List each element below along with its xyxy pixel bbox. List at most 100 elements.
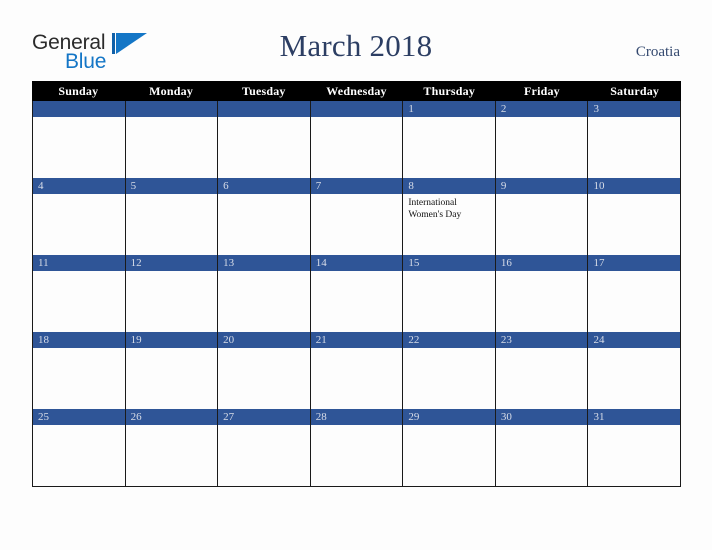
day-events <box>33 425 125 486</box>
day-events <box>218 117 310 178</box>
day-events <box>126 194 218 255</box>
day-number: 19 <box>125 332 218 348</box>
day-cell[interactable]: 8 International Women's Day <box>403 178 496 255</box>
day-events <box>218 425 310 486</box>
day-number: 27 <box>218 409 310 425</box>
day-cell[interactable] <box>310 101 404 178</box>
day-events <box>33 348 125 409</box>
calendar-week-row: 4 5 6 7 8 International Women's Day 9 10 <box>33 178 682 255</box>
day-cell[interactable]: 30 <box>495 409 589 486</box>
page-header: General Blue March 2018 Croatia <box>0 0 712 81</box>
day-number: 14 <box>310 255 403 271</box>
day-events <box>496 194 588 255</box>
day-events <box>496 271 588 332</box>
day-events <box>126 117 218 178</box>
page-title: March 2018 <box>279 28 433 63</box>
day-events <box>311 117 403 178</box>
day-number: 13 <box>218 255 310 271</box>
day-number: 15 <box>403 255 495 271</box>
day-cell[interactable]: 6 <box>218 178 311 255</box>
day-number: 6 <box>218 178 310 194</box>
weekday-header-friday: Friday <box>524 84 560 98</box>
day-number: 9 <box>495 178 588 194</box>
day-number <box>125 101 218 117</box>
day-cell[interactable]: 9 <box>495 178 589 255</box>
weekday-header-saturday: Saturday <box>610 84 660 98</box>
day-events <box>311 425 403 486</box>
day-events <box>33 271 125 332</box>
day-number: 11 <box>33 255 125 271</box>
day-cell[interactable]: 22 <box>403 332 496 409</box>
weekday-header-tuesday: Tuesday <box>241 84 286 98</box>
day-cell[interactable]: 16 <box>495 255 589 332</box>
day-cell[interactable]: 31 <box>588 409 682 486</box>
day-number: 30 <box>495 409 588 425</box>
day-number <box>218 101 310 117</box>
day-number <box>310 101 403 117</box>
day-number: 2 <box>495 101 588 117</box>
day-cell[interactable]: 14 <box>310 255 404 332</box>
day-events <box>496 348 588 409</box>
day-events <box>33 194 125 255</box>
day-cell[interactable]: 25 <box>33 409 126 486</box>
day-events <box>588 271 680 332</box>
day-events <box>496 117 588 178</box>
day-events: International Women's Day <box>403 194 495 255</box>
day-cell[interactable]: 20 <box>218 332 311 409</box>
day-cell[interactable]: 18 <box>33 332 126 409</box>
weekday-header-row: Sunday Monday Tuesday Wednesday Thursday… <box>32 81 681 101</box>
day-number: 29 <box>403 409 495 425</box>
day-cell[interactable]: 15 <box>403 255 496 332</box>
day-cell[interactable]: 3 <box>588 101 682 178</box>
day-cell[interactable]: 24 <box>588 332 682 409</box>
day-cell[interactable]: 19 <box>125 332 219 409</box>
day-events <box>403 348 495 409</box>
day-events <box>126 348 218 409</box>
day-events <box>588 194 680 255</box>
day-cell[interactable]: 21 <box>310 332 404 409</box>
day-cell[interactable]: 29 <box>403 409 496 486</box>
day-events <box>311 348 403 409</box>
day-cell[interactable]: 7 <box>310 178 404 255</box>
day-number: 17 <box>588 255 681 271</box>
day-cell[interactable] <box>218 101 311 178</box>
day-events <box>588 348 680 409</box>
region-label: Croatia <box>635 44 680 60</box>
day-cell[interactable] <box>125 101 219 178</box>
day-cell[interactable]: 4 <box>33 178 126 255</box>
day-cell[interactable]: 27 <box>218 409 311 486</box>
day-cell[interactable]: 12 <box>125 255 219 332</box>
day-number: 12 <box>125 255 218 271</box>
day-events <box>588 425 680 486</box>
day-events <box>218 271 310 332</box>
day-cell[interactable]: 28 <box>310 409 404 486</box>
day-events <box>218 348 310 409</box>
day-cell[interactable]: 2 <box>495 101 589 178</box>
day-number: 24 <box>588 332 681 348</box>
day-number: 20 <box>218 332 310 348</box>
day-events <box>126 425 218 486</box>
day-number: 5 <box>125 178 218 194</box>
day-cell[interactable]: 1 <box>403 101 496 178</box>
day-number: 28 <box>310 409 403 425</box>
event-text: International <box>408 198 457 208</box>
day-cell[interactable]: 10 <box>588 178 682 255</box>
day-events <box>496 425 588 486</box>
day-events <box>403 271 495 332</box>
day-cell[interactable]: 5 <box>125 178 219 255</box>
day-events <box>588 117 680 178</box>
calendar-week-row: 1 2 3 <box>33 101 682 178</box>
day-number: 26 <box>125 409 218 425</box>
day-cell[interactable]: 26 <box>125 409 219 486</box>
day-number: 16 <box>495 255 588 271</box>
day-cell[interactable]: 13 <box>218 255 311 332</box>
day-cell[interactable]: 23 <box>495 332 589 409</box>
day-events <box>126 271 218 332</box>
day-cell[interactable]: 17 <box>588 255 682 332</box>
day-cell[interactable] <box>33 101 126 178</box>
weekday-header-monday: Monday <box>149 84 194 98</box>
day-events <box>311 271 403 332</box>
day-number: 1 <box>403 101 495 117</box>
day-number: 10 <box>588 178 681 194</box>
day-cell[interactable]: 11 <box>33 255 126 332</box>
